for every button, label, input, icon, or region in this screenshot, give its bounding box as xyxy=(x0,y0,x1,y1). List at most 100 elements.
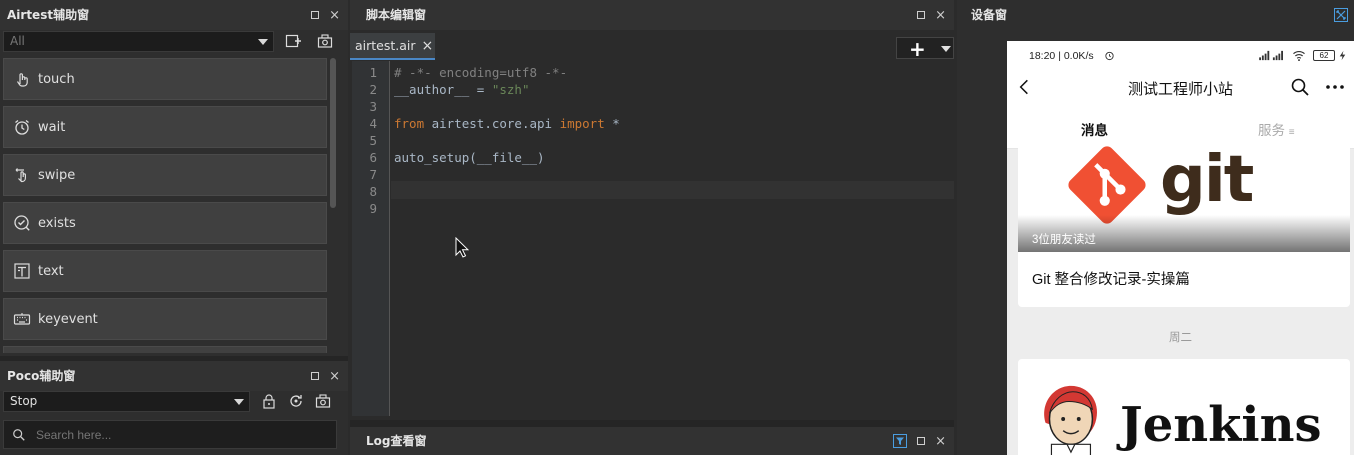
friends-read-caption: 3位朋友读过 xyxy=(1032,234,1096,246)
api-item-touch[interactable]: touch xyxy=(3,58,327,100)
line-number: 3 xyxy=(369,99,377,114)
chevron-down-icon[interactable] xyxy=(941,46,951,52)
article-title: Git 整合修改记录-实操篇 xyxy=(1032,272,1190,288)
restore-icon[interactable] xyxy=(311,11,320,19)
line-number: 8 xyxy=(369,184,377,199)
new-script-button[interactable]: + xyxy=(896,37,954,59)
api-item-label: keyevent xyxy=(38,311,98,327)
code-line-6: auto_setup(__file__) xyxy=(394,149,545,166)
add-image-icon xyxy=(285,34,301,48)
line-number: 2 xyxy=(369,82,377,97)
close-icon[interactable]: × xyxy=(935,9,946,22)
poco-search-box[interactable] xyxy=(3,420,337,449)
phone-tabs-bar: 消息 服务 ≡ xyxy=(1007,105,1354,149)
api-item-label: touch xyxy=(38,71,75,87)
article-card-git[interactable]: git 3位朋友读过 Git 整合修改记录-实操篇 xyxy=(1018,145,1350,307)
api-item-label: swipe xyxy=(38,167,76,183)
jenkins-logo-text: Jenkins xyxy=(1120,397,1322,453)
line-number: 7 xyxy=(369,167,377,182)
restore-icon[interactable] xyxy=(311,372,320,380)
api-item-wait[interactable]: wait xyxy=(3,106,327,148)
battery-level: 62 xyxy=(1319,51,1329,60)
tab-messages[interactable]: 消息 xyxy=(1081,119,1108,139)
lock-button[interactable] xyxy=(258,391,280,411)
refresh-icon xyxy=(290,395,302,407)
line-number: 9 xyxy=(369,201,377,216)
close-icon[interactable]: × xyxy=(329,9,340,22)
signal-icon xyxy=(1259,50,1283,61)
check-circle-icon xyxy=(14,215,30,231)
panel-divider[interactable] xyxy=(350,420,954,427)
article-cover-image: git 3位朋友读过 xyxy=(1018,145,1350,252)
api-filter-value: All xyxy=(10,34,25,48)
keyword-token: import xyxy=(559,116,605,131)
poco-mode-select[interactable]: Stop xyxy=(3,391,250,412)
device-panel-title-text: 设备窗 xyxy=(971,8,1008,22)
restore-icon[interactable] xyxy=(917,11,926,19)
editor-tab-bar: airtest.air × + xyxy=(350,33,954,60)
tab-close-icon[interactable]: × xyxy=(422,38,434,54)
api-item-keyevent[interactable]: keyevent xyxy=(3,298,327,340)
line-number: 1 xyxy=(369,65,377,80)
close-icon[interactable]: × xyxy=(935,435,946,448)
tools-icon[interactable] xyxy=(1334,8,1348,22)
device-window-buttons xyxy=(1334,0,1348,30)
module-token: airtest.core.api xyxy=(424,116,560,131)
line-number: 4 xyxy=(369,116,377,131)
poco-search-input[interactable] xyxy=(36,425,326,445)
tab-label: 服务 xyxy=(1258,123,1285,138)
poco-record-button[interactable] xyxy=(312,391,334,411)
api-filter-row: All xyxy=(3,31,343,52)
api-item-partial[interactable] xyxy=(3,346,327,353)
star-token: * xyxy=(604,116,620,131)
airtest-panel-title: Airtest辅助窗 × xyxy=(0,0,348,30)
keyword-token: from xyxy=(394,116,425,131)
api-item-text[interactable]: text xyxy=(3,250,327,292)
poco-panel-title-text: Poco辅助窗 xyxy=(7,369,76,383)
filter-icon[interactable] xyxy=(893,434,908,448)
mouse-cursor-icon xyxy=(455,237,469,258)
log-panel-title: Log查看窗 × xyxy=(350,427,954,455)
tab-label: airtest.air xyxy=(355,38,416,53)
close-icon[interactable]: × xyxy=(329,370,340,383)
code-editor[interactable]: # -*- encoding=utf8 -*- __author__ = "sz… xyxy=(391,61,954,416)
api-item-swipe[interactable]: swipe xyxy=(3,154,327,196)
article-card-jenkins[interactable]: Jenkins xyxy=(1018,359,1350,455)
api-item-label: text xyxy=(38,263,64,279)
phone-nav-bar: 测试工程师小站 xyxy=(1007,69,1354,105)
record-button[interactable] xyxy=(314,31,336,51)
plus-icon: + xyxy=(909,37,926,61)
api-item-exists[interactable]: exists xyxy=(3,202,327,244)
tab-services[interactable]: 服务 ≡ xyxy=(1258,119,1295,139)
refresh-button[interactable] xyxy=(285,391,307,411)
api-filter-select[interactable]: All xyxy=(3,31,274,52)
phone-screen[interactable]: 18:20 | 0.0K/s 62 测试工程师小站 消息 服务 ≡ git 3位… xyxy=(1007,41,1354,455)
lock-icon xyxy=(263,394,275,409)
status-time: 18:20 | 0.0K/s xyxy=(1029,50,1094,62)
editor-window-buttons: × xyxy=(917,0,946,30)
airtest-window-buttons: × xyxy=(311,0,340,30)
search-icon[interactable] xyxy=(1291,78,1309,96)
current-line-highlight xyxy=(391,181,954,199)
alarm-clock-icon xyxy=(1105,51,1114,61)
api-list-scrollbar[interactable] xyxy=(330,58,336,208)
jenkins-logo-icon xyxy=(1044,385,1098,455)
device-panel-title: 设备窗 xyxy=(957,0,1354,30)
tab-airtest-air[interactable]: airtest.air × xyxy=(350,33,435,60)
more-icon[interactable] xyxy=(1326,84,1344,90)
api-item-label: exists xyxy=(38,215,76,231)
code-line-2: __author__ = "szh" xyxy=(394,81,529,98)
operator-token: = xyxy=(469,82,492,97)
git-logo-text: git xyxy=(1160,145,1254,217)
camera-icon xyxy=(315,394,331,408)
comment-token: # -*- encoding=utf8 -*- xyxy=(394,65,568,80)
wifi-icon xyxy=(1293,50,1305,61)
battery-icon: 62 xyxy=(1313,50,1335,61)
restore-icon[interactable] xyxy=(917,437,926,445)
call-token: auto_setup(__file__) xyxy=(394,150,545,165)
add-screenshot-button[interactable] xyxy=(282,31,304,51)
touch-icon xyxy=(16,73,28,87)
keyboard-icon xyxy=(13,313,31,325)
code-line-4: from airtest.core.api import * xyxy=(394,115,620,132)
left-panel: Airtest辅助窗 × All touch wait swipe exists… xyxy=(0,0,348,455)
